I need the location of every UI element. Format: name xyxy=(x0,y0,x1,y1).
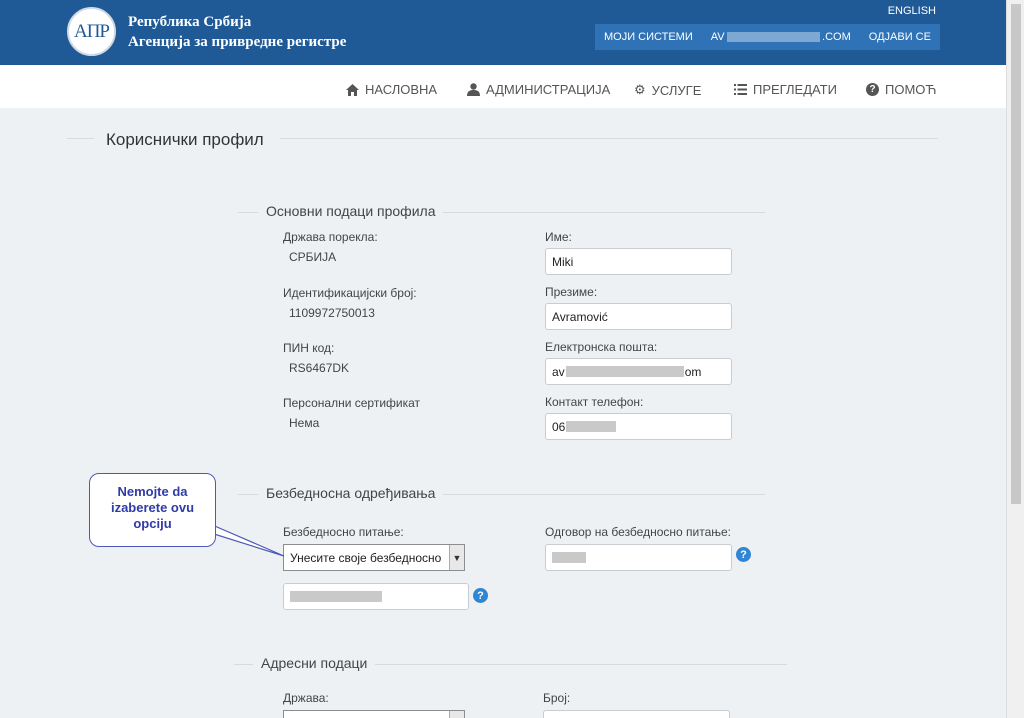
chevron-down-icon[interactable]: ▼ xyxy=(449,545,464,570)
phone-input[interactable]: 06 xyxy=(545,413,732,440)
title-divider-right xyxy=(280,138,938,139)
security-question-selected: Унесите своје безбедносно xyxy=(290,550,442,565)
redacted-phone xyxy=(566,421,617,432)
first-name-value: Miki xyxy=(552,254,574,269)
nav-browse[interactable]: ПРЕГЛЕДАТИ xyxy=(734,82,837,97)
annotation-callout: Nemojte da izaberete ovu opciju xyxy=(89,473,216,547)
phone-label: Контакт телефон: xyxy=(545,395,644,409)
title-divider-left xyxy=(67,138,94,139)
logo-text: АПР xyxy=(73,20,110,42)
nav-help[interactable]: ? ПОМОЋ xyxy=(866,82,937,97)
security-answer-input[interactable] xyxy=(545,544,732,571)
redacted-answer xyxy=(552,552,586,563)
first-name-label: Име: xyxy=(545,230,572,244)
page-title: Кориснички профил xyxy=(106,130,264,150)
scrollbar-thumb[interactable] xyxy=(1011,4,1021,504)
nav-administration[interactable]: АДМИНИСТРАЦИЈА xyxy=(467,82,610,97)
country-of-origin-label: Држава порекла: xyxy=(283,230,378,244)
gear-icon: ⚙ xyxy=(634,82,646,97)
email-suffix: .COM xyxy=(822,31,851,43)
custom-question-input[interactable] xyxy=(283,583,469,610)
chevron-down-icon[interactable] xyxy=(449,711,464,718)
security-section-title: Безбедносна одређивања xyxy=(258,485,444,501)
home-icon xyxy=(346,83,359,96)
id-number-label: Идентификацијски број: xyxy=(283,286,417,300)
id-number-value: 1109972750013 xyxy=(289,306,375,320)
first-name-input[interactable]: Miki xyxy=(545,248,732,275)
nav-administration-label: АДМИНИСТРАЦИЈА xyxy=(486,82,611,97)
security-question-label: Безбедносно питање: xyxy=(283,525,404,539)
callout-line3: opciju xyxy=(133,516,172,531)
email-value-suffix: om xyxy=(684,364,702,379)
nav-services-label: УСЛУГЕ xyxy=(651,82,702,98)
last-name-input[interactable]: Avramović xyxy=(545,303,732,330)
address-number-input[interactable] xyxy=(543,710,730,718)
header-bar: АПР Република Србија Агенција за привред… xyxy=(0,0,1006,65)
help-icon[interactable]: ? xyxy=(473,588,488,603)
pin-value: RS6467DK xyxy=(289,361,350,375)
address-section-title: Адресни подаци xyxy=(253,655,376,671)
certificate-label: Персонални сертификат xyxy=(283,396,421,410)
help-icon[interactable]: ? xyxy=(736,547,751,562)
address-country-label: Држава: xyxy=(283,691,329,705)
email-label: Електронска пошта: xyxy=(545,340,658,354)
address-number-label: Број: xyxy=(543,691,571,705)
callout-line1: Nemojte da xyxy=(117,484,188,499)
user-email-link[interactable]: AV .COM xyxy=(702,24,860,50)
main-nav: НАСЛОВНА АДМИНИСТРАЦИЈА ⚙ УСЛУГЕ ПРЕГЛЕД… xyxy=(0,65,1006,108)
country-of-origin-value: СРБИЈА xyxy=(289,250,337,264)
logout-link[interactable]: ОДЈАВИ СЕ xyxy=(860,24,940,50)
redacted-email xyxy=(565,366,684,377)
list-icon xyxy=(734,84,747,95)
english-link[interactable]: ENGLISH xyxy=(888,5,936,17)
nav-home-label: НАСЛОВНА xyxy=(365,82,438,97)
nav-help-label: ПОМОЋ xyxy=(885,82,937,97)
help-circle-icon: ? xyxy=(866,83,879,96)
redacted-question xyxy=(290,591,382,602)
page-scrollbar[interactable] xyxy=(1006,0,1024,718)
security-answer-label: Одговор на безбедносно питање: xyxy=(545,525,732,539)
basic-section-title: Основни подаци профила xyxy=(258,203,444,219)
apr-logo[interactable]: АПР xyxy=(67,7,116,56)
redacted-email xyxy=(726,32,821,42)
last-name-value: Avramović xyxy=(552,309,608,324)
email-value-prefix: av xyxy=(552,364,565,379)
my-systems-link[interactable]: МОЈИ СИСТЕМИ xyxy=(595,24,702,50)
pin-label: ПИН код: xyxy=(283,341,335,355)
email-prefix: AV xyxy=(710,31,725,43)
phone-value-prefix: 06 xyxy=(552,419,566,434)
brand-line1: Република Србија xyxy=(128,14,252,30)
brand-line2: Агенција за привредне регистре xyxy=(128,34,347,50)
brand-title: Република Србија Агенција за привредне р… xyxy=(128,12,346,52)
nav-services[interactable]: ⚙ УСЛУГЕ xyxy=(634,82,701,98)
callout-line2: izaberete ovu xyxy=(110,500,195,515)
nav-browse-label: ПРЕГЛЕДАТИ xyxy=(753,82,837,97)
user-icon xyxy=(467,83,480,96)
last-name-label: Презиме: xyxy=(545,285,598,299)
certificate-value: Нема xyxy=(289,416,320,430)
security-question-select[interactable]: Унесите своје безбедносно ▼ xyxy=(283,544,465,571)
address-country-select[interactable] xyxy=(283,710,465,718)
user-box: МОЈИ СИСТЕМИ AV .COM ОДЈАВИ СЕ xyxy=(595,24,940,50)
email-input[interactable]: av om xyxy=(545,358,732,385)
nav-home[interactable]: НАСЛОВНА xyxy=(346,82,437,97)
